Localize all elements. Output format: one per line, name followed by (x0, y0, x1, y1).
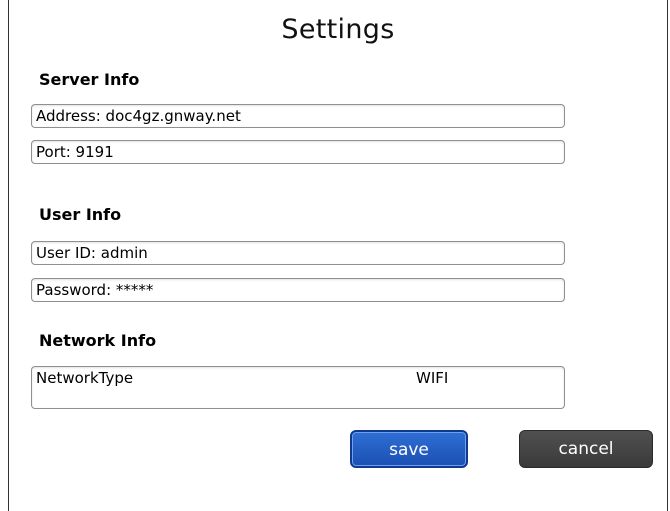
save-button[interactable]: save (350, 430, 468, 468)
address-field[interactable]: Address: doc4gz.gnway.net (31, 104, 565, 128)
port-field[interactable]: Port: 9191 (31, 140, 565, 164)
cancel-button[interactable]: cancel (519, 430, 653, 468)
network-info-heading: Network Info (39, 331, 157, 350)
password-field[interactable]: Password: ***** (31, 278, 565, 302)
page-title: Settings (281, 14, 395, 45)
network-type-selector[interactable]: NetworkType WIFI (31, 366, 565, 409)
server-info-heading: Server Info (39, 70, 140, 89)
settings-screen: Settings Server Info Address: doc4gz.gnw… (8, 0, 668, 511)
network-type-value: WIFI (416, 369, 449, 387)
network-type-label: NetworkType (36, 369, 134, 387)
user-info-heading: User Info (39, 205, 122, 224)
user-id-field[interactable]: User ID: admin (31, 241, 565, 265)
